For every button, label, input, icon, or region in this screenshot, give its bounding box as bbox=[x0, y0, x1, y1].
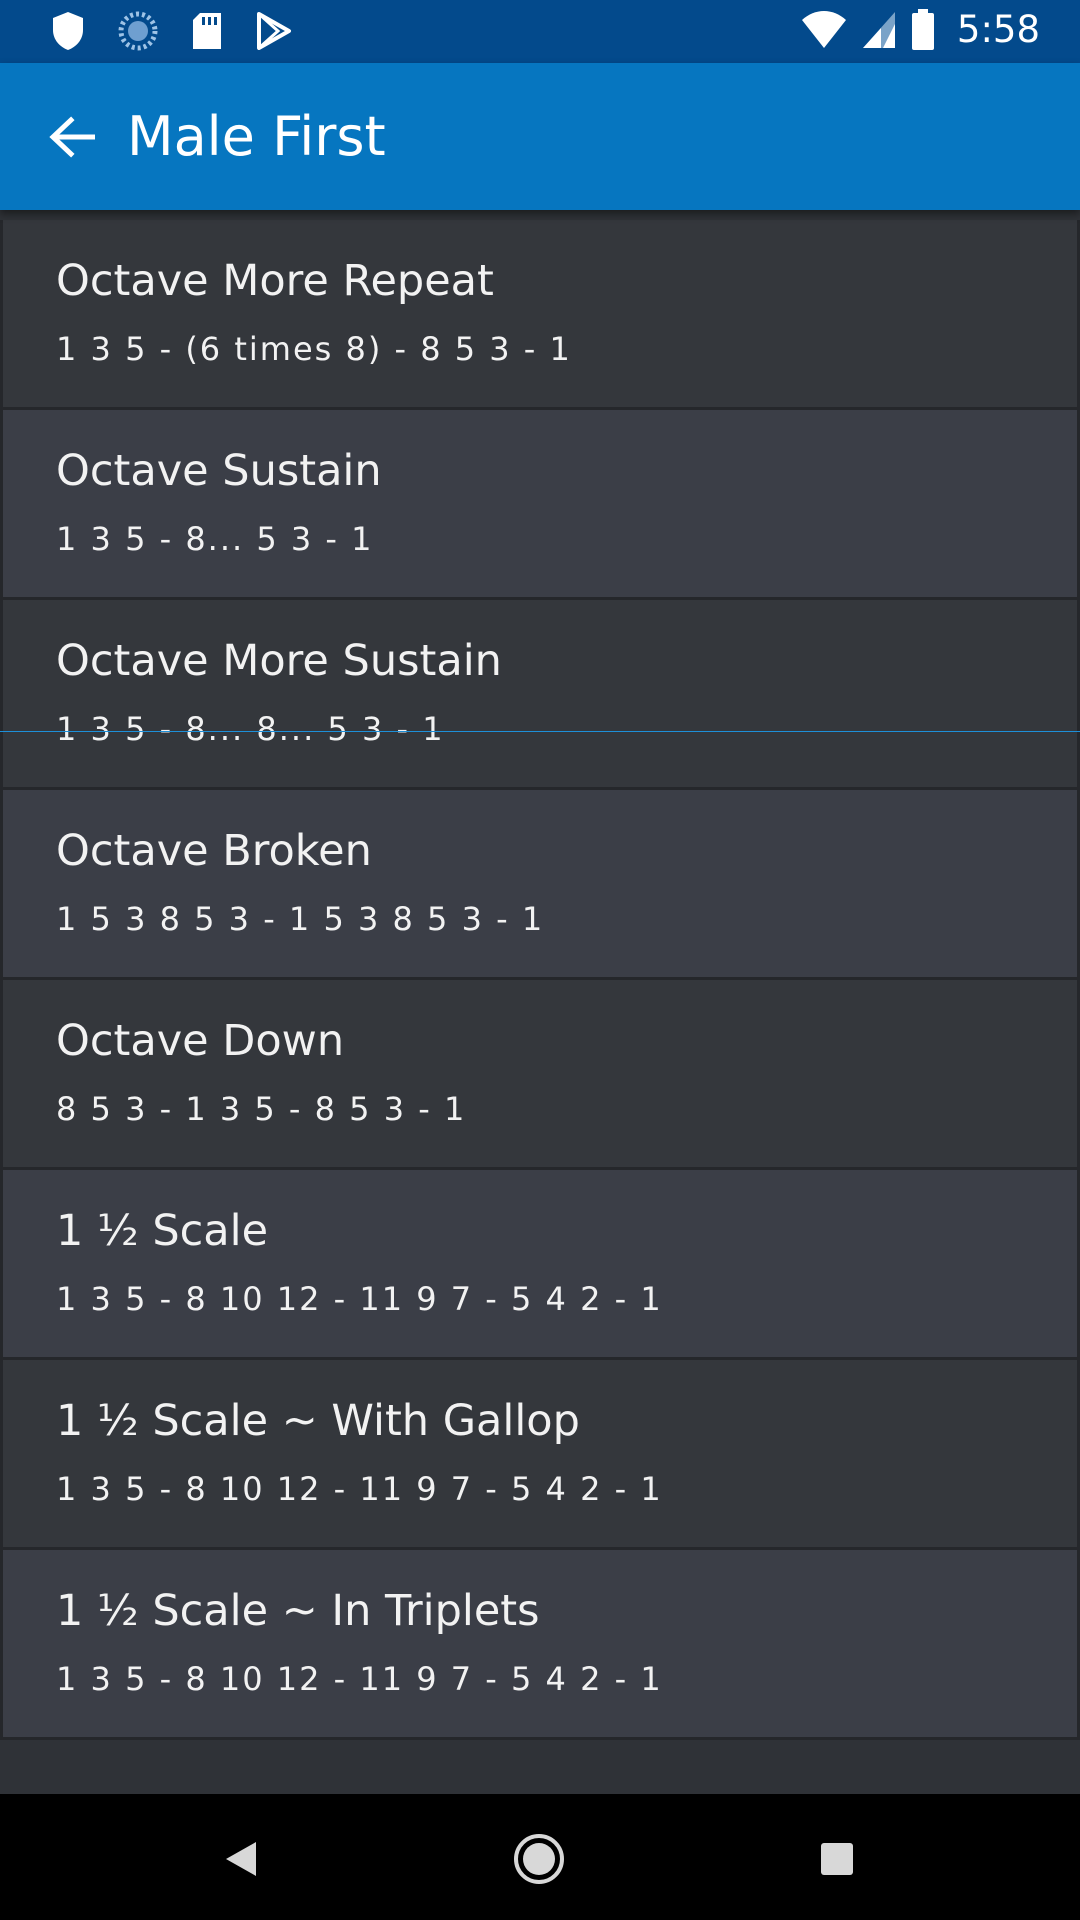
nav-recents-button[interactable] bbox=[802, 1824, 872, 1894]
scroll-divider-line bbox=[0, 731, 1080, 732]
list-item[interactable]: 1 ½ Scale 1 3 5 - 8 10 12 - 11 9 7 - 5 4… bbox=[0, 1170, 1080, 1360]
navigation-bar bbox=[0, 1794, 1080, 1920]
list-item[interactable]: Octave More Sustain 1 3 5 - 8... 8... 5 … bbox=[0, 600, 1080, 790]
shield-icon bbox=[50, 10, 86, 52]
status-right-icons: 5:58 bbox=[787, 8, 1040, 51]
list-item[interactable]: Octave Broken 1 5 3 8 5 3 - 1 5 3 8 5 3 … bbox=[0, 790, 1080, 980]
back-button[interactable] bbox=[42, 107, 102, 167]
status-bar: 5:58 bbox=[0, 0, 1080, 63]
back-triangle-icon bbox=[226, 1842, 256, 1876]
list-item-subtitle: 1 3 5 - 8... 8... 5 3 - 1 bbox=[56, 710, 445, 748]
exercise-list: Octave More Repeat 1 3 5 - (6 times 8) -… bbox=[0, 220, 1080, 1740]
list-item-title: Octave Down bbox=[56, 1016, 345, 1066]
list-item-subtitle: 1 5 3 8 5 3 - 1 5 3 8 5 3 - 1 bbox=[56, 900, 545, 938]
status-left-icons bbox=[50, 10, 324, 52]
list-item-title: Octave Broken bbox=[56, 826, 372, 876]
loading-icon bbox=[118, 11, 158, 51]
list-item-subtitle: 1 3 5 - (6 times 8) - 8 5 3 - 1 bbox=[56, 330, 572, 368]
list-item[interactable]: Octave Sustain 1 3 5 - 8... 5 3 - 1 bbox=[0, 410, 1080, 600]
list-item-title: Octave More Repeat bbox=[56, 256, 494, 306]
list-item-title: Octave Sustain bbox=[56, 446, 382, 496]
page-title: Male First bbox=[127, 105, 386, 168]
signal-icon bbox=[861, 10, 897, 50]
nav-back-button[interactable] bbox=[206, 1824, 276, 1894]
play-store-icon bbox=[256, 12, 292, 50]
nav-home-button[interactable] bbox=[504, 1824, 574, 1894]
sd-card-icon bbox=[190, 11, 224, 51]
list-item-subtitle: 1 3 5 - 8 10 12 - 11 9 7 - 5 4 2 - 1 bbox=[56, 1660, 663, 1698]
list-item-subtitle: 1 3 5 - 8 10 12 - 11 9 7 - 5 4 2 - 1 bbox=[56, 1280, 663, 1318]
list-item-subtitle: 1 3 5 - 8 10 12 - 11 9 7 - 5 4 2 - 1 bbox=[56, 1470, 663, 1508]
list-item-title: 1 ½ Scale ~ In Triplets bbox=[56, 1586, 540, 1636]
battery-icon bbox=[911, 8, 935, 51]
status-time: 5:58 bbox=[956, 8, 1040, 51]
list-item-subtitle: 8 5 3 - 1 3 5 - 8 5 3 - 1 bbox=[56, 1090, 467, 1128]
list-item[interactable]: Octave Down 8 5 3 - 1 3 5 - 8 5 3 - 1 bbox=[0, 980, 1080, 1170]
app-bar: Male First bbox=[0, 63, 1080, 210]
list-item[interactable]: Octave More Repeat 1 3 5 - (6 times 8) -… bbox=[0, 220, 1080, 410]
recents-square-icon bbox=[821, 1843, 853, 1875]
list-item-title: Octave More Sustain bbox=[56, 636, 502, 686]
list-item[interactable]: 1 ½ Scale ~ With Gallop 1 3 5 - 8 10 12 … bbox=[0, 1360, 1080, 1550]
list-item-subtitle: 1 3 5 - 8... 5 3 - 1 bbox=[56, 520, 374, 558]
list-item-title: 1 ½ Scale ~ With Gallop bbox=[56, 1396, 580, 1446]
list-item[interactable]: 1 ½ Scale ~ In Triplets 1 3 5 - 8 10 12 … bbox=[0, 1550, 1080, 1740]
wifi-icon bbox=[801, 10, 847, 50]
list-item-title: 1 ½ Scale bbox=[56, 1206, 269, 1256]
home-circle-icon bbox=[514, 1834, 564, 1884]
back-arrow-icon bbox=[49, 116, 95, 158]
